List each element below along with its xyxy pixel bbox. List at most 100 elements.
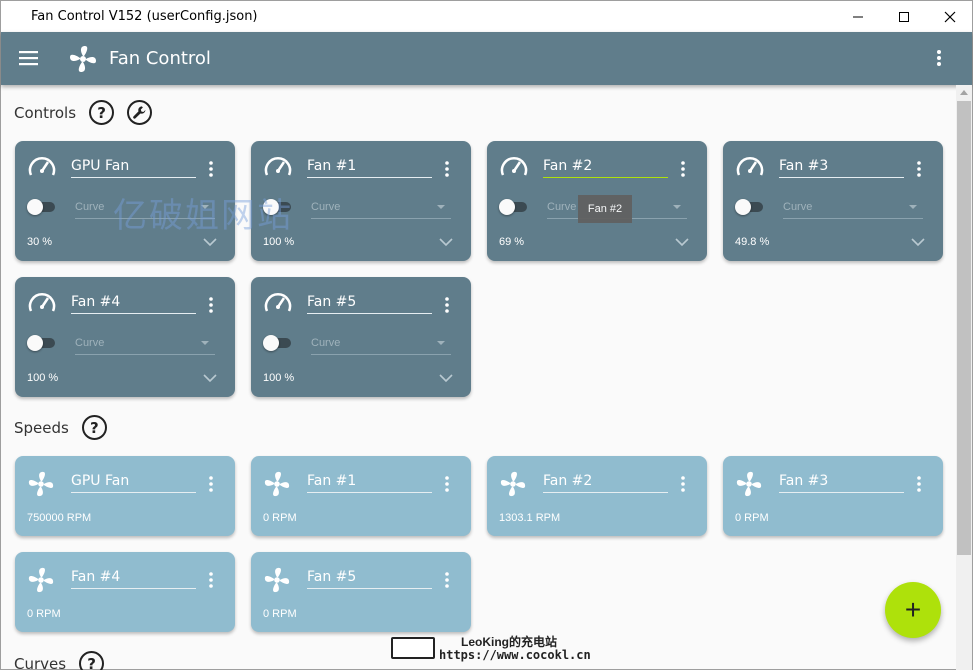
watermark-line-2: https://www.cocokl.cn [439,648,591,662]
chevron-down-icon[interactable] [203,237,217,247]
control-name-field[interactable]: Fan #3 [779,158,904,178]
curve-select-value: Curve [75,337,105,349]
fan-icon [264,471,290,497]
speed-value: 0 RPM [263,512,297,524]
control-card-fan-4[interactable]: Fan #4 Curve 100 % [15,277,235,397]
control-name-field[interactable]: Fan #4 [71,294,196,314]
speed-name-field[interactable]: Fan #5 [307,569,432,589]
maximize-button[interactable] [881,1,927,32]
chevron-down-icon[interactable] [911,237,925,247]
enable-toggle[interactable] [499,199,531,215]
curve-select-value: Curve [75,201,105,213]
enable-toggle[interactable] [735,199,767,215]
speed-card-gpu-fan[interactable]: GPU Fan 750000 RPM [15,456,235,536]
add-button[interactable]: + [885,582,941,638]
laptop-logo-icon [391,637,435,659]
control-name-field[interactable]: Fan #2 [543,158,668,178]
enable-toggle[interactable] [27,335,59,351]
more-vert-icon [937,50,941,66]
curve-select-value: Curve [311,337,341,349]
curve-select[interactable]: Curve [783,198,923,219]
speeds-section-header: Speeds ? [14,415,107,440]
controls-help-icon[interactable]: ? [89,100,115,125]
more-vert-icon[interactable] [680,161,686,177]
more-vert-icon[interactable] [208,161,214,177]
vertical-scrollbar[interactable] [956,85,972,670]
more-vert-icon[interactable] [444,476,450,492]
fan-icon [500,471,526,497]
chevron-down-icon[interactable] [439,237,453,247]
speed-card-fan-1[interactable]: Fan #1 0 RPM [251,456,471,536]
more-vert-icon[interactable] [208,297,214,313]
controls-heading: Controls [14,103,77,122]
speed-card-fan-2[interactable]: Fan #2 1303.1 RPM [487,456,707,536]
control-card-fan-5[interactable]: Fan #5 Curve 100 % [251,277,471,397]
speed-card-fan-5[interactable]: Fan #5 0 RPM [251,552,471,632]
speeds-help-icon[interactable]: ? [81,415,107,440]
dropdown-arrow-icon [673,205,681,209]
curves-section-header: Curves ? [14,651,105,670]
fan-name-tooltip: Fan #2 [578,195,632,223]
speed-card-fan-4[interactable]: Fan #4 0 RPM [15,552,235,632]
curves-help-icon[interactable]: ? [79,651,105,670]
close-button[interactable] [927,1,973,32]
more-vert-icon[interactable] [208,572,214,588]
curve-select[interactable]: Curve [311,198,451,219]
more-vert-icon[interactable] [444,161,450,177]
hamburger-menu-button[interactable] [19,49,39,72]
fan-icon [28,567,54,593]
speed-name-field[interactable]: Fan #4 [71,569,196,589]
wrench-icon[interactable] [127,100,153,125]
close-icon [944,11,956,22]
app-title: Fan Control [109,48,211,69]
curve-select[interactable]: Curve [75,334,215,355]
more-vert-icon[interactable] [208,476,214,492]
more-vert-icon[interactable] [444,572,450,588]
control-value: 100 % [27,372,59,384]
window-title: Fan Control V152 (userConfig.json) [31,9,258,24]
more-vert-icon[interactable] [680,476,686,492]
speed-name-field[interactable]: Fan #1 [307,473,432,493]
enable-toggle[interactable] [263,335,295,351]
control-card-fan-3[interactable]: Fan #3 Curve 49.8 % [723,141,943,261]
speed-name-field[interactable]: Fan #2 [543,473,668,493]
curve-select[interactable]: Curve [311,334,451,355]
control-value: 100 % [263,372,295,384]
scroll-up-arrow-icon[interactable] [960,90,968,95]
control-name-field[interactable]: Fan #5 [307,294,432,314]
fan-icon [264,567,290,593]
chevron-down-icon[interactable] [439,373,453,383]
control-name-field[interactable]: GPU Fan [71,158,196,178]
more-options-button[interactable] [936,49,942,72]
more-vert-icon[interactable] [916,476,922,492]
main-content: Controls ? GPU Fan Curve 30 % Fan #1 Cur… [1,85,956,670]
title-bar: Fan Control V152 (userConfig.json) [1,1,972,32]
scrollbar-thumb[interactable] [957,101,971,555]
curve-select-value: Curve [547,201,577,213]
app-window: Fan Control V152 (userConfig.json) Fan C… [0,0,973,670]
enable-toggle[interactable] [27,199,59,215]
controls-section-header: Controls ? [14,100,153,125]
control-value: 30 % [27,236,53,248]
speed-card-fan-3[interactable]: Fan #3 0 RPM [723,456,943,536]
dropdown-arrow-icon [437,341,445,345]
app-bar: Fan Control [1,32,972,85]
gauge-icon [264,293,292,312]
speed-value: 0 RPM [735,512,769,524]
minimize-icon [853,16,863,17]
dropdown-arrow-icon [201,341,209,345]
speed-value: 0 RPM [27,608,61,620]
control-value: 100 % [263,236,295,248]
control-name-field[interactable]: Fan #1 [307,158,432,178]
gauge-icon [736,157,764,176]
speed-name-field[interactable]: GPU Fan [71,473,196,493]
more-vert-icon[interactable] [916,161,922,177]
more-vert-icon[interactable] [444,297,450,313]
minimize-button[interactable] [835,1,881,32]
fan-logo-icon [68,44,98,79]
chevron-down-icon[interactable] [203,373,217,383]
gauge-icon [500,157,528,176]
speed-name-field[interactable]: Fan #3 [779,473,904,493]
chevron-down-icon[interactable] [675,237,689,247]
maximize-icon [899,11,909,22]
